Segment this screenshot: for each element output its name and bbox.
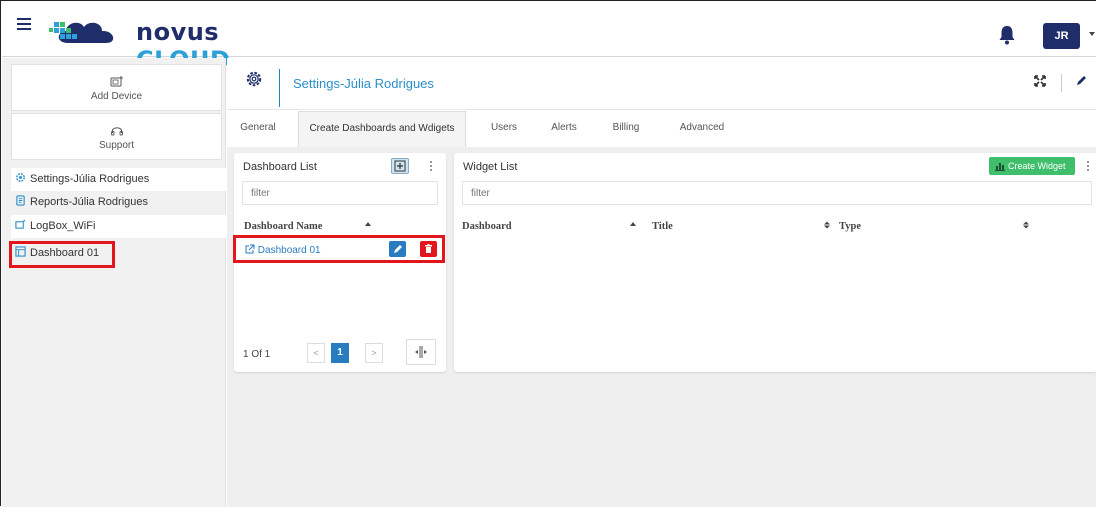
- bar-chart-icon: [995, 163, 1005, 171]
- add-device-button[interactable]: Add Device: [11, 64, 222, 111]
- sidebar-item-dashboard-01[interactable]: Dashboard 01: [11, 242, 226, 265]
- dashboard-row-link[interactable]: Dashboard 01: [245, 244, 321, 256]
- dashboard-filter-input[interactable]: [242, 181, 438, 205]
- pagination-info: 1 Of 1: [243, 349, 271, 360]
- sidebar-item-label: Reports-Júlia Rodrigues: [30, 196, 148, 208]
- title-column-header[interactable]: Title: [652, 221, 673, 232]
- hamburger-menu-icon[interactable]: [17, 18, 31, 30]
- tab-create-dashboards[interactable]: Create Dashboards and Wdigets: [298, 111, 466, 147]
- add-dashboard-button[interactable]: [391, 158, 409, 174]
- tab-users[interactable]: Users: [485, 111, 523, 147]
- top-bar: novus CLOUD JR: [2, 2, 1096, 74]
- support-label: Support: [98, 140, 135, 151]
- report-icon: [16, 195, 25, 206]
- header-divider: [279, 69, 280, 107]
- resize-column-button[interactable]: [406, 339, 436, 365]
- dashboard-name-column-header[interactable]: Dashboard Name: [244, 221, 322, 232]
- sidebar-item-settings[interactable]: Settings-Júlia Rodrigues: [11, 168, 226, 191]
- next-page-button[interactable]: >: [365, 343, 383, 363]
- notification-bell-icon[interactable]: [998, 25, 1016, 45]
- dashboard-row-label: Dashboard 01: [257, 245, 321, 256]
- tab-alerts[interactable]: Alerts: [545, 111, 583, 147]
- headset-icon: [110, 127, 123, 136]
- resize-handle-icon: [415, 346, 427, 358]
- sidebar: Add Device Support Settings-Júlia Rodrig…: [2, 58, 226, 507]
- sort-both-icon[interactable]: [1022, 221, 1030, 229]
- gear-icon: [16, 173, 25, 182]
- settings-gear-icon: [246, 71, 262, 87]
- widget-filter-input[interactable]: [462, 181, 1092, 205]
- settings-header: Settings-Júlia Rodrigues: [227, 58, 1096, 110]
- sidebar-item-logbox-wifi[interactable]: LogBox_WiFi: [11, 215, 226, 238]
- trash-icon: [425, 244, 432, 253]
- dashboard-column-header[interactable]: Dashboard: [462, 221, 512, 232]
- dashboard-icon: [15, 246, 26, 257]
- page-1-button[interactable]: 1: [331, 343, 349, 363]
- cloud-logo-icon: [49, 22, 114, 43]
- sort-asc-icon[interactable]: [364, 220, 372, 228]
- logo-text-main: novus: [136, 18, 220, 46]
- pencil-icon: [394, 245, 402, 253]
- page-title: Settings-Júlia Rodrigues: [293, 76, 434, 91]
- device-icon: [15, 219, 26, 229]
- sidebar-item-label: Dashboard 01: [30, 247, 100, 259]
- add-device-label: Add Device: [90, 91, 143, 102]
- edit-dashboard-button[interactable]: [389, 241, 406, 257]
- widget-list-title: Widget List: [463, 161, 518, 173]
- plus-box-icon: [394, 160, 406, 172]
- user-avatar[interactable]: JR: [1043, 23, 1080, 49]
- fullscreen-icon[interactable]: [1034, 75, 1046, 87]
- app-window: novus CLOUD JR Add Device Support: [0, 0, 1096, 507]
- header-divider: [1061, 74, 1062, 92]
- delete-dashboard-button[interactable]: [420, 241, 437, 257]
- settings-tabs: General Create Dashboards and Wdigets Us…: [227, 111, 1096, 147]
- type-column-header[interactable]: Type: [839, 221, 861, 232]
- tab-advanced[interactable]: Advanced: [672, 111, 732, 147]
- novus-cloud-logo[interactable]: novus CLOUD: [48, 16, 278, 74]
- user-menu-caret-icon[interactable]: [1089, 32, 1095, 36]
- dashboard-list-panel: Dashboard List Dashboard Name Dashboard …: [234, 153, 446, 372]
- create-widget-label: Create Widget: [1008, 161, 1066, 171]
- sort-asc-icon[interactable]: [629, 220, 637, 228]
- dashboard-list-title: Dashboard List: [243, 161, 317, 173]
- sidebar-item-reports[interactable]: Reports-Júlia Rodrigues: [11, 191, 226, 214]
- create-widget-button[interactable]: Create Widget: [989, 157, 1075, 175]
- sort-both-icon[interactable]: [823, 221, 831, 229]
- sidebar-item-label: Settings-Júlia Rodrigues: [30, 173, 150, 185]
- prev-page-button[interactable]: <: [307, 343, 325, 363]
- edit-pencil-icon[interactable]: [1075, 74, 1088, 87]
- widget-list-panel: Widget List Create Widget Dashboard Titl…: [454, 153, 1096, 372]
- support-button[interactable]: Support: [11, 113, 222, 160]
- tab-billing[interactable]: Billing: [605, 111, 647, 147]
- sidebar-item-label: LogBox_WiFi: [30, 220, 96, 232]
- dashboard-list-menu-icon[interactable]: [429, 161, 433, 173]
- widget-list-menu-icon[interactable]: [1086, 161, 1090, 173]
- tab-general[interactable]: General: [235, 111, 281, 147]
- add-device-icon: [110, 76, 123, 87]
- external-link-icon: [245, 244, 255, 254]
